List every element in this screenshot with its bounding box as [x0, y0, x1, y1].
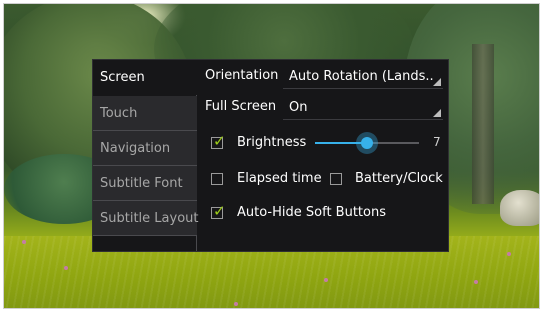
battery-clock-checkbox[interactable]: [330, 173, 342, 185]
settings-panel: Screen Touch Navigation Subtitle Font Su…: [92, 59, 449, 252]
brightness-checkbox[interactable]: ✓: [211, 132, 226, 150]
orientation-label: Orientation: [205, 68, 279, 83]
dropdown-underline: [283, 88, 443, 89]
sidebar-item-screen[interactable]: Screen: [93, 60, 197, 95]
flower: [234, 302, 238, 306]
sidebar-item-label: Navigation: [100, 141, 171, 156]
orientation-dropdown[interactable]: Auto Rotation (Lands..: [283, 65, 443, 89]
battery-clock-label: Battery/Clock: [355, 171, 443, 186]
dropdown-underline: [283, 119, 443, 120]
sidebar-item-touch[interactable]: Touch: [93, 96, 197, 131]
sidebar-item-label: Subtitle Layout: [100, 211, 199, 226]
auto-hide-checkbox[interactable]: ✓: [211, 202, 226, 220]
checkmark-icon: ✓: [213, 132, 226, 150]
brightness-slider-thumb[interactable]: [356, 132, 378, 154]
sidebar-item-subtitle-layout[interactable]: Subtitle Layout: [93, 201, 199, 236]
elapsed-time-label: Elapsed time: [237, 171, 322, 186]
brightness-value: 7: [433, 135, 441, 149]
flower: [507, 252, 511, 256]
fullscreen-value: On: [289, 100, 308, 115]
sidebar-item-label: Screen: [100, 70, 145, 85]
checkmark-icon: ✓: [213, 202, 226, 220]
dropdown-arrow-icon: [433, 78, 441, 86]
flower: [474, 280, 478, 284]
rock: [500, 190, 539, 226]
tree-trunk: [472, 44, 494, 204]
fullscreen-label: Full Screen: [205, 99, 277, 114]
flower: [64, 266, 68, 270]
screen-settings: Orientation Auto Rotation (Lands.. Full …: [197, 60, 448, 251]
flower: [22, 240, 26, 244]
brightness-slider[interactable]: [315, 132, 419, 154]
dropdown-arrow-icon: [433, 109, 441, 117]
settings-sidebar: Screen Touch Navigation Subtitle Font Su…: [93, 60, 199, 251]
sidebar-item-subtitle-font[interactable]: Subtitle Font: [93, 166, 197, 201]
sidebar-item-label: Touch: [100, 106, 138, 121]
sidebar-item-label: Subtitle Font: [100, 176, 183, 191]
flower: [324, 278, 328, 282]
elapsed-time-checkbox[interactable]: [211, 173, 223, 185]
fullscreen-dropdown[interactable]: On: [283, 96, 443, 120]
brightness-label: Brightness: [237, 135, 307, 150]
sidebar-item-navigation[interactable]: Navigation: [93, 131, 197, 166]
orientation-value: Auto Rotation (Lands..: [289, 69, 434, 84]
auto-hide-label: Auto-Hide Soft Buttons: [237, 205, 386, 220]
